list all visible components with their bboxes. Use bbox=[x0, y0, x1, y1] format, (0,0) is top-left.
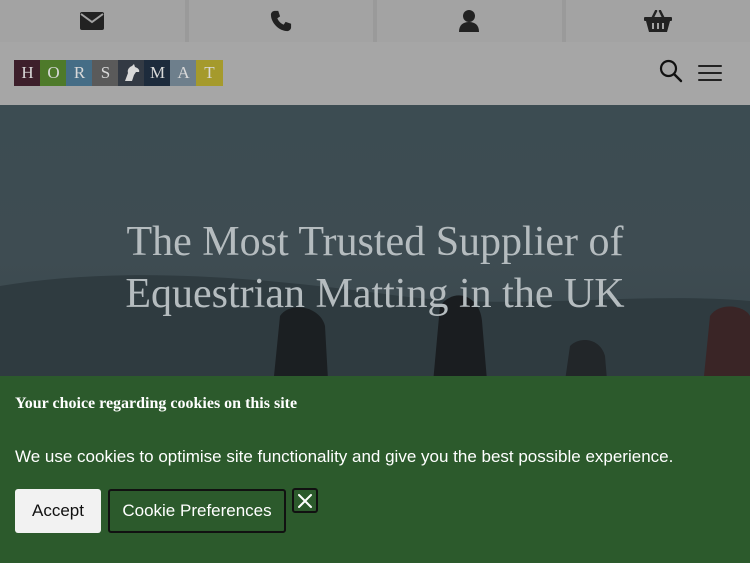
user-icon bbox=[459, 10, 480, 32]
close-cookie-banner-button[interactable] bbox=[292, 488, 318, 513]
cookie-preferences-button[interactable]: Cookie Preferences bbox=[108, 489, 286, 533]
logo-letter: R bbox=[66, 60, 93, 86]
hamburger-menu-icon[interactable] bbox=[698, 63, 722, 83]
logo-letter: O bbox=[40, 60, 67, 86]
phone-link[interactable] bbox=[188, 0, 373, 42]
cookie-title: Your choice regarding cookies on this si… bbox=[15, 395, 298, 412]
logo-letter: S bbox=[92, 60, 119, 86]
horsmat-logo[interactable]: HORSMAT bbox=[14, 60, 223, 86]
hero-banner: The Most Trusted Supplier of Equestrian … bbox=[0, 105, 750, 376]
account-link[interactable] bbox=[377, 0, 562, 42]
phone-icon bbox=[270, 10, 291, 32]
cookie-description: We use cookies to optimise site function… bbox=[15, 447, 674, 466]
basket-icon bbox=[643, 10, 672, 32]
hero-heading: The Most Trusted Supplier of Equestrian … bbox=[125, 219, 625, 317]
email-link[interactable] bbox=[0, 0, 185, 42]
logo-letter: H bbox=[14, 60, 41, 86]
close-icon bbox=[298, 493, 312, 508]
envelope-icon bbox=[80, 12, 105, 30]
search-icon bbox=[659, 59, 683, 83]
search-button[interactable] bbox=[659, 59, 683, 88]
logo-letter: A bbox=[170, 60, 197, 86]
site-header: HORSMAT bbox=[0, 42, 750, 105]
logo-letter: M bbox=[144, 60, 171, 86]
accept-cookies-button[interactable]: Accept bbox=[15, 489, 101, 533]
logo-letter: T bbox=[196, 60, 223, 86]
basket-link[interactable] bbox=[565, 0, 750, 42]
logo-horse-icon bbox=[118, 60, 145, 86]
top-contact-bar bbox=[0, 0, 750, 42]
cookie-banner: Your choice regarding cookies on this si… bbox=[0, 376, 750, 563]
